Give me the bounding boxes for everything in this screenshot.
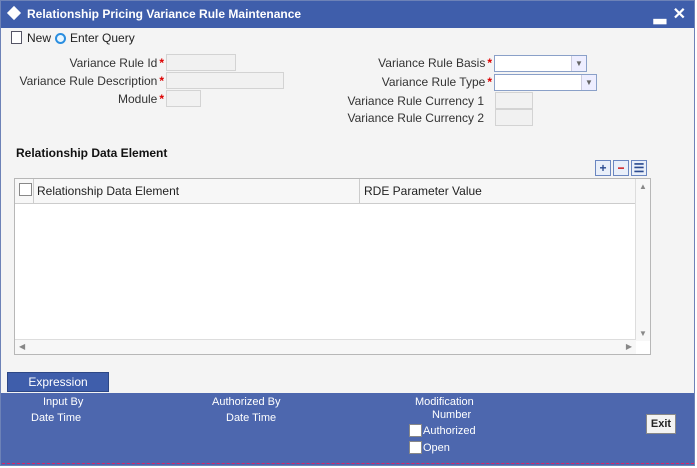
close-button[interactable]: ✕ bbox=[673, 4, 686, 24]
modification-label: Modification bbox=[415, 396, 474, 408]
date-time-label-2: Date Time bbox=[226, 412, 277, 424]
new-document-icon bbox=[11, 31, 22, 44]
authorized-label: Authorized bbox=[423, 425, 476, 437]
chevron-down-icon: ▼ bbox=[571, 56, 586, 71]
window-title: Relationship Pricing Variance Rule Maint… bbox=[27, 7, 302, 21]
variance-rule-id-label: Variance Rule Id * bbox=[69, 56, 165, 70]
horizontal-scrollbar[interactable]: ◀ ▶ bbox=[15, 339, 636, 354]
variance-rule-currency2-label: Variance Rule Currency 2 bbox=[347, 111, 484, 125]
single-view-button[interactable]: ☰ bbox=[631, 160, 647, 176]
scroll-left-icon[interactable]: ◀ bbox=[19, 342, 25, 351]
select-all-checkbox[interactable] bbox=[19, 183, 32, 196]
maintenance-window: Relationship Pricing Variance Rule Maint… bbox=[0, 0, 695, 466]
window-bottom-border bbox=[2, 463, 694, 464]
variance-rule-currency1-label: Variance Rule Currency 1 bbox=[347, 94, 484, 108]
variance-rule-currency1-field[interactable] bbox=[495, 92, 533, 109]
authorized-by-label: Authorized By bbox=[212, 396, 281, 408]
input-by-label: Input By bbox=[43, 396, 84, 408]
new-button[interactable]: New bbox=[11, 28, 51, 48]
list-icon: ☰ bbox=[633, 161, 645, 175]
plus-icon: + bbox=[599, 161, 607, 175]
audit-footer: Input By Date Time Authorized By Date Ti… bbox=[1, 393, 694, 465]
enter-query-icon bbox=[55, 33, 66, 44]
new-label: New bbox=[27, 31, 52, 45]
variance-rule-description-field[interactable] bbox=[166, 72, 284, 89]
vertical-scrollbar[interactable]: ▲ ▼ bbox=[635, 179, 650, 341]
variance-rule-currency2-field[interactable] bbox=[495, 109, 533, 126]
scroll-down-icon[interactable]: ▼ bbox=[639, 329, 647, 338]
variance-rule-description-label: Variance Rule Description * bbox=[19, 74, 164, 88]
scroll-up-icon[interactable]: ▲ bbox=[639, 182, 647, 191]
toolbar: New Enter Query bbox=[1, 28, 694, 48]
number-label: Number bbox=[432, 409, 472, 421]
scroll-right-icon[interactable]: ▶ bbox=[626, 342, 632, 351]
expression-builder-button[interactable]: Expression Builder bbox=[7, 372, 109, 407]
variance-rule-basis-label: Variance Rule Basis * bbox=[378, 56, 492, 70]
add-row-button[interactable]: + bbox=[595, 160, 611, 176]
module-label: Module * bbox=[117, 92, 164, 106]
column-header-rde-parameter-value[interactable]: RDE Parameter Value bbox=[359, 179, 636, 203]
minus-icon: − bbox=[617, 161, 625, 175]
chevron-down-icon: ▼ bbox=[581, 75, 596, 90]
variance-rule-basis-select[interactable]: ▼ bbox=[494, 55, 587, 72]
variance-rule-type-label: Variance Rule Type * bbox=[381, 75, 492, 89]
enter-query-label: Enter Query bbox=[70, 31, 135, 45]
delete-row-button[interactable]: − bbox=[613, 160, 629, 176]
variance-rule-id-field[interactable] bbox=[166, 54, 236, 71]
exit-button[interactable]: Exit bbox=[646, 414, 676, 434]
section-title: Relationship Data Element bbox=[16, 146, 168, 160]
module-field[interactable] bbox=[166, 90, 201, 107]
minimize-button[interactable]: ▂ bbox=[654, 5, 666, 25]
date-time-label-1: Date Time bbox=[31, 412, 82, 424]
title-bar: Relationship Pricing Variance Rule Maint… bbox=[1, 1, 694, 28]
open-checkbox[interactable] bbox=[409, 441, 422, 454]
open-label: Open bbox=[423, 442, 450, 454]
grid-header: Relationship Data Element RDE Parameter … bbox=[15, 179, 636, 204]
authorized-checkbox[interactable] bbox=[409, 424, 422, 437]
column-header-rde[interactable]: Relationship Data Element bbox=[33, 179, 359, 203]
window-diamond-icon bbox=[6, 5, 22, 21]
enter-query-button[interactable]: Enter Query bbox=[55, 28, 135, 48]
variance-rule-type-select[interactable]: ▼ bbox=[494, 74, 597, 91]
rde-grid: Relationship Data Element RDE Parameter … bbox=[14, 178, 651, 355]
